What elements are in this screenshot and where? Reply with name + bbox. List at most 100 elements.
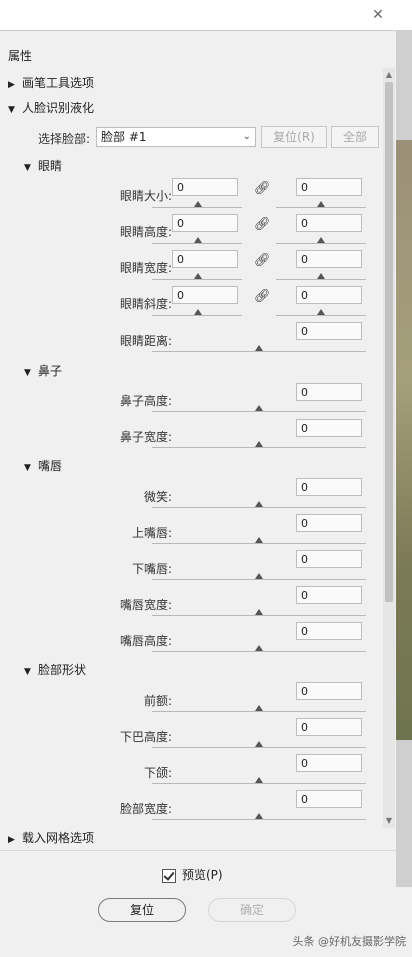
- subsection-eyes[interactable]: ▼ 眼睛: [24, 157, 62, 174]
- face-reset-button[interactable]: 复位(R): [261, 126, 327, 148]
- section-face-liquify[interactable]: ▼ 人脸识别液化: [8, 99, 94, 116]
- subsection-nose-label: 鼻子: [38, 364, 63, 378]
- subsection-face-shape[interactable]: ▼ 脸部形状: [24, 661, 86, 678]
- slider-thumb[interactable]: [317, 201, 325, 207]
- slider-thumb[interactable]: [255, 609, 263, 615]
- upper-lip-slider[interactable]: [152, 543, 366, 544]
- chevron-down-icon: ⌄: [242, 131, 251, 142]
- panel-title: 属性: [8, 49, 33, 63]
- section-load-mesh[interactable]: ▶ 载入网格选项: [8, 829, 94, 846]
- link-icon[interactable]: 🔗︎: [254, 217, 271, 232]
- eye-tilt-right-slider[interactable]: [276, 315, 366, 316]
- scroll-down-icon[interactable]: ▼: [385, 816, 393, 826]
- eye-size-right-input[interactable]: 0: [296, 178, 362, 196]
- smile-slider[interactable]: [152, 507, 366, 508]
- lower-lip-input[interactable]: 0: [296, 550, 362, 568]
- link-icon[interactable]: 🔗︎: [254, 289, 271, 304]
- eye-height-label: 眼睛高度:: [119, 225, 172, 239]
- slider-thumb[interactable]: [255, 813, 263, 819]
- link-icon[interactable]: 🔗︎: [254, 181, 271, 196]
- eye-height-right-input[interactable]: 0: [296, 214, 362, 232]
- face-width-slider[interactable]: [152, 819, 366, 820]
- slider-thumb[interactable]: [194, 273, 202, 279]
- slider-thumb[interactable]: [255, 573, 263, 579]
- mouth-width-slider[interactable]: [152, 615, 366, 616]
- slider-thumb[interactable]: [317, 273, 325, 279]
- face-select-dropdown[interactable]: 脸部 #1 ⌄: [96, 127, 256, 147]
- reset-button[interactable]: 复位: [98, 898, 186, 922]
- nose-width-label: 鼻子宽度:: [119, 430, 172, 444]
- mouth-width-label: 嘴唇宽度:: [119, 598, 172, 612]
- eye-width-right-input[interactable]: 0: [296, 250, 362, 268]
- nose-height-slider[interactable]: [152, 411, 366, 412]
- section-load-mesh-label: 载入网格选项: [22, 831, 95, 845]
- slider-thumb[interactable]: [194, 309, 202, 315]
- slider-thumb[interactable]: [317, 309, 325, 315]
- mouth-height-slider[interactable]: [152, 651, 366, 652]
- scroll-up-icon[interactable]: ▲: [385, 70, 393, 80]
- subsection-nose[interactable]: ▼ 鼻子: [24, 362, 62, 379]
- eye-size-label: 眼睛大小:: [119, 189, 172, 203]
- eye-width-left-input[interactable]: 0: [172, 250, 238, 268]
- face-select-value: 脸部 #1: [101, 130, 147, 144]
- section-brush-options-label: 画笔工具选项: [22, 76, 95, 90]
- mouth-height-label: 嘴唇高度:: [119, 634, 172, 648]
- jawline-input[interactable]: 0: [296, 754, 362, 772]
- eye-width-right-slider[interactable]: [276, 279, 366, 280]
- subsection-mouth-label: 嘴唇: [38, 459, 63, 473]
- face-width-input[interactable]: 0: [296, 790, 362, 808]
- slider-thumb[interactable]: [317, 237, 325, 243]
- slider-thumb[interactable]: [255, 777, 263, 783]
- slider-thumb[interactable]: [255, 405, 263, 411]
- all-faces-button[interactable]: 全部: [331, 126, 379, 148]
- lower-lip-slider[interactable]: [152, 579, 366, 580]
- slider-thumb[interactable]: [255, 441, 263, 447]
- smile-input[interactable]: 0: [296, 478, 362, 496]
- forehead-slider[interactable]: [152, 711, 366, 712]
- eye-size-left-input[interactable]: 0: [172, 178, 238, 196]
- forehead-input[interactable]: 0: [296, 682, 362, 700]
- eye-size-left-slider[interactable]: [152, 207, 242, 208]
- eye-tilt-right-input[interactable]: 0: [296, 286, 362, 304]
- mouth-width-input[interactable]: 0: [296, 586, 362, 604]
- jawline-slider[interactable]: [152, 783, 366, 784]
- slider-thumb[interactable]: [255, 537, 263, 543]
- subsection-mouth[interactable]: ▼ 嘴唇: [24, 457, 62, 474]
- slider-thumb[interactable]: [255, 705, 263, 711]
- eye-height-left-input[interactable]: 0: [172, 214, 238, 232]
- eye-tilt-left-input[interactable]: 0: [172, 286, 238, 304]
- chin-height-slider[interactable]: [152, 747, 366, 748]
- eye-distance-input[interactable]: 0: [296, 322, 362, 340]
- triangle-down-icon: ▼: [24, 463, 31, 473]
- checkbox-checked-icon[interactable]: [162, 868, 176, 883]
- eye-height-right-slider[interactable]: [276, 243, 366, 244]
- eye-width-left-slider[interactable]: [152, 279, 242, 280]
- slider-thumb[interactable]: [255, 741, 263, 747]
- upper-lip-input[interactable]: 0: [296, 514, 362, 532]
- chin-height-label: 下巴高度:: [119, 730, 172, 744]
- eye-distance-label: 眼睛距离:: [119, 334, 172, 348]
- eye-size-right-slider[interactable]: [276, 207, 366, 208]
- section-brush-options[interactable]: ▶ 画笔工具选项: [8, 74, 94, 91]
- nose-width-input[interactable]: 0: [296, 419, 362, 437]
- panel-scrollbar[interactable]: ▲ ▼: [383, 68, 395, 828]
- scrollbar-thumb[interactable]: [385, 82, 393, 602]
- eye-height-left-slider[interactable]: [152, 243, 242, 244]
- preview-checkbox[interactable]: 预览(P): [162, 866, 223, 883]
- nose-height-input[interactable]: 0: [296, 383, 362, 401]
- watermark: 头条 @好机友摄影学院: [292, 935, 407, 948]
- window-topbar: ✕: [0, 0, 412, 31]
- close-icon[interactable]: ✕: [360, 6, 396, 24]
- eye-distance-slider[interactable]: [152, 351, 366, 352]
- slider-thumb[interactable]: [255, 645, 263, 651]
- slider-thumb[interactable]: [194, 201, 202, 207]
- slider-thumb[interactable]: [194, 237, 202, 243]
- slider-thumb[interactable]: [255, 345, 263, 351]
- eye-tilt-left-slider[interactable]: [152, 315, 242, 316]
- chin-height-input[interactable]: 0: [296, 718, 362, 736]
- mouth-height-input[interactable]: 0: [296, 622, 362, 640]
- nose-width-slider[interactable]: [152, 447, 366, 448]
- link-icon[interactable]: 🔗︎: [254, 253, 271, 268]
- ok-button[interactable]: 确定: [208, 898, 296, 922]
- slider-thumb[interactable]: [255, 501, 263, 507]
